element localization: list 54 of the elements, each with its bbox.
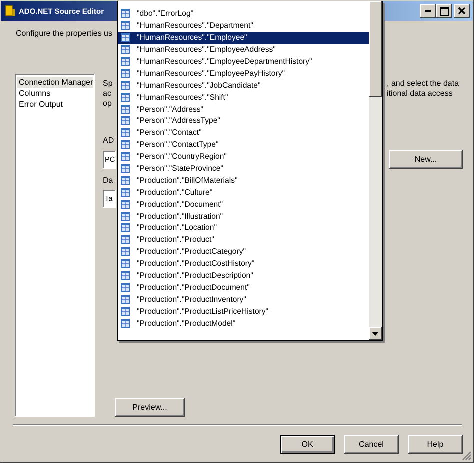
help-button[interactable]: Help <box>408 435 463 454</box>
resize-grip-icon[interactable] <box>461 450 472 461</box>
table-icon <box>121 247 130 256</box>
preview-button[interactable]: Preview... <box>115 398 185 417</box>
maximize-icon <box>440 6 448 16</box>
instruction-text: , and select the data <box>387 79 460 89</box>
table-icon <box>121 271 130 280</box>
table-icon <box>121 294 130 304</box>
data-access-mode-label: Da <box>103 176 114 187</box>
table-icon <box>121 92 130 102</box>
description-text: Configure the properties us <box>16 29 112 40</box>
table-icon <box>121 164 130 174</box>
table-icon <box>121 235 130 244</box>
caret-down-icon <box>372 332 379 336</box>
table-icon <box>121 188 130 197</box>
table-icon <box>121 152 130 162</box>
table-icon <box>121 306 130 316</box>
new-button[interactable]: New... <box>389 150 463 169</box>
table-icon <box>121 45 130 54</box>
scroll-down-button[interactable] <box>369 327 382 340</box>
minimize-button[interactable] <box>420 4 436 18</box>
table-icon <box>121 259 130 268</box>
table-icon <box>121 318 130 328</box>
page-item[interactable]: Connection Manager <box>17 77 93 88</box>
page-item[interactable]: Columns <box>17 88 93 99</box>
table-icon <box>121 176 130 185</box>
table-icon <box>121 116 130 126</box>
instruction-text: itional data access <box>387 89 453 99</box>
close-button[interactable] <box>454 4 470 18</box>
table-icon <box>121 68 130 78</box>
instruction-text: Sp <box>103 79 113 89</box>
table-icon <box>121 200 130 209</box>
table-icon <box>121 80 130 90</box>
table-icon <box>121 104 130 114</box>
maximize-button[interactable] <box>436 4 452 18</box>
close-icon <box>458 7 466 15</box>
table-icon <box>121 21 130 30</box>
connection-manager-label: AD <box>103 136 114 147</box>
minimize-icon <box>425 10 431 12</box>
table-icon <box>121 212 130 221</box>
table-icon <box>121 9 130 18</box>
table-icon <box>121 282 130 292</box>
cancel-button[interactable]: Cancel <box>344 435 399 454</box>
ok-button[interactable]: OK <box>280 435 335 454</box>
table-icon <box>121 128 130 138</box>
table-icon <box>121 33 130 42</box>
table-icon <box>121 140 130 150</box>
table-icon <box>121 223 130 232</box>
instruction-text: ac <box>103 89 112 99</box>
app-icon <box>5 5 16 17</box>
scrollbar-thumb[interactable] <box>369 1 382 97</box>
table-icon <box>121 57 130 66</box>
page-item[interactable]: Error Output <box>17 99 93 110</box>
instruction-text: op <box>103 99 112 109</box>
